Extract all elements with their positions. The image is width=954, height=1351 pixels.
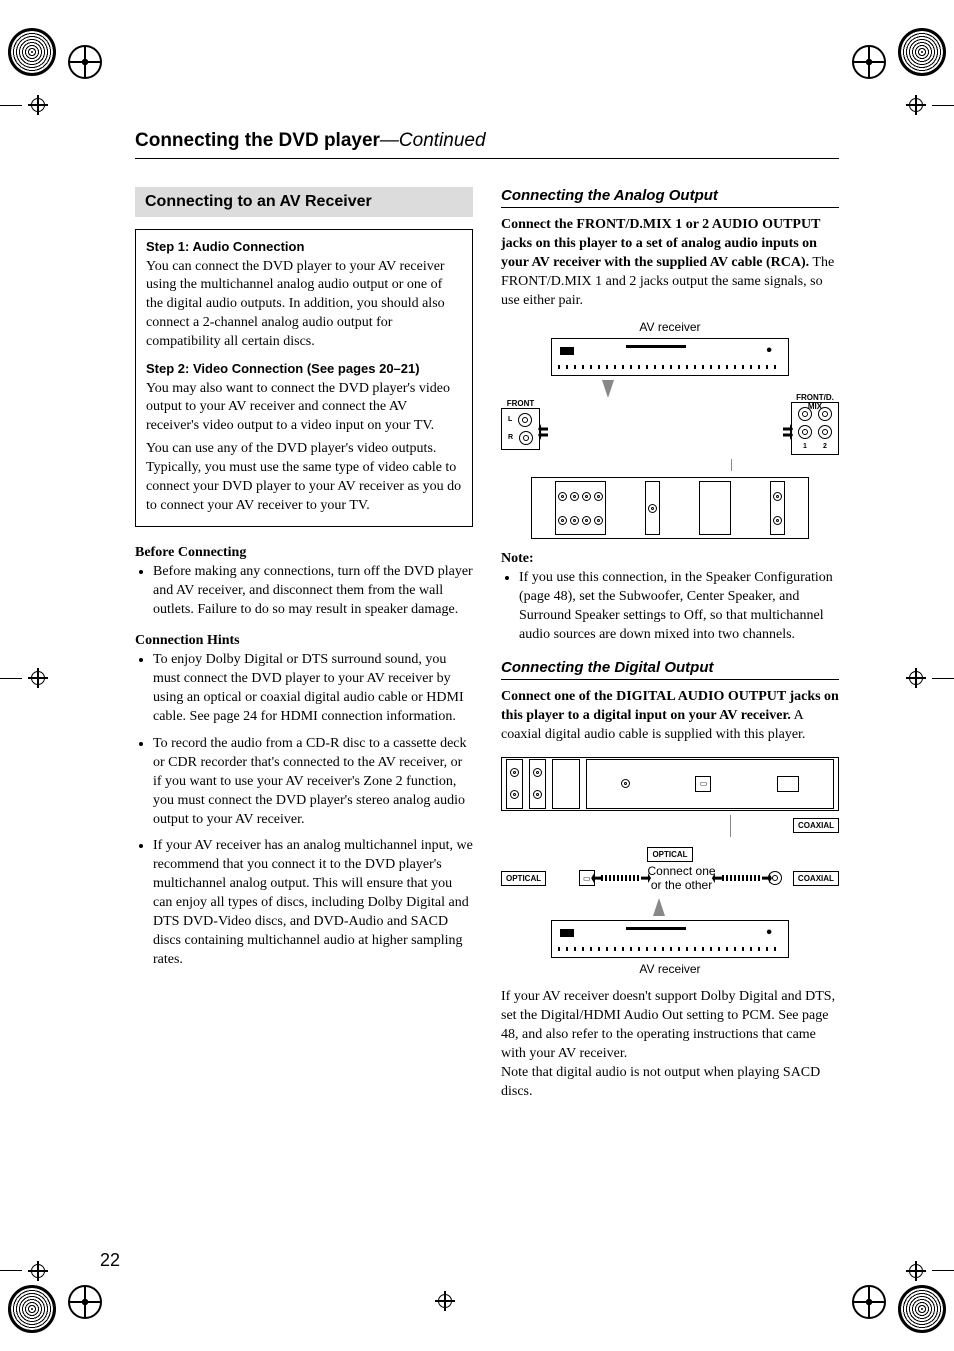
digital-output-bold: Connect one of the DIGITAL AUDIO OUTPUT … (501, 689, 839, 723)
page-number: 22 (100, 1250, 120, 1271)
content-columns: Connecting to an AV Receiver Step 1: Aud… (135, 187, 839, 1102)
analog-output-bold: Connect the FRONT/D.MIX 1 or 2 AUDIO OUT… (501, 217, 820, 270)
registration-mark (68, 1285, 102, 1319)
rca-jack-icon (519, 431, 533, 445)
cable-row: FRONT L R FRONT/D. MIX 12 (501, 402, 839, 455)
registration-mark (852, 45, 886, 79)
optical-cable-icon (601, 875, 641, 881)
coaxial-row: COAXIAL (501, 815, 839, 837)
list-item: If you use this connection, in the Speak… (519, 569, 839, 645)
step1-body: You can connect the DVD player to your A… (146, 258, 462, 352)
right-column: Connecting the Analog Output Connect the… (501, 187, 839, 1102)
list-item: To enjoy Dolby Digital or DTS surround s… (153, 651, 473, 727)
steps-box: Step 1: Audio Connection You can connect… (135, 229, 473, 527)
registration-mark (8, 1285, 56, 1333)
dvd-rear-panel-icon: ▭ (501, 757, 839, 811)
jack-label-front: FRONT (502, 399, 539, 408)
note-heading: Note: (501, 551, 839, 567)
coaxial-cable-icon (722, 875, 762, 881)
step2-body-2: You can use any of the DVD player's vide… (146, 440, 462, 516)
av-receiver-icon (551, 920, 789, 958)
jack-label-1: 1 (803, 443, 807, 450)
crop-mark (28, 1261, 48, 1281)
rca-jack-icon (798, 407, 812, 421)
coaxial-label: COAXIAL (793, 871, 839, 886)
list-item: If your AV receiver has an analog multic… (153, 837, 473, 969)
left-column: Connecting to an AV Receiver Step 1: Aud… (135, 187, 473, 1102)
digital-output-heading: Connecting the Digital Output (501, 659, 839, 680)
step1-heading: Step 1: Audio Connection (146, 238, 462, 256)
optical-label: OPTICAL (501, 871, 546, 886)
crop-mark (906, 95, 926, 115)
registration-mark (8, 28, 56, 76)
optical-label-row: OPTICAL (501, 847, 839, 862)
list-item: Before making any connections, turn off … (153, 563, 473, 620)
section-heading: Connecting to an AV Receiver (135, 187, 473, 217)
digital-note-2: Note that digital audio is not output wh… (501, 1064, 839, 1102)
rca-jack-icon (798, 425, 812, 439)
step2-heading: Step 2: Video Connection (See pages 20–2… (146, 360, 462, 378)
rca-jack-icon (818, 425, 832, 439)
jack-label-2: 2 (823, 443, 827, 450)
analog-output-text: Connect the FRONT/D.MIX 1 or 2 AUDIO OUT… (501, 216, 839, 310)
page-title-continued: —Continued (380, 130, 486, 151)
digital-connection-diagram: ▭ COAXIAL OPTICAL OPTI (501, 757, 839, 977)
registration-mark (852, 1285, 886, 1319)
jack-label-l: L (508, 416, 512, 423)
crop-mark (28, 668, 48, 688)
note-list: If you use this connection, in the Speak… (501, 569, 839, 645)
page-title-main: Connecting the DVD player (135, 130, 380, 151)
coaxial-jack-icon (621, 779, 630, 788)
hairline (0, 1270, 22, 1271)
connect-one-note: Connect one or the other (647, 864, 715, 893)
before-connecting-heading: Before Connecting (135, 545, 473, 561)
cable-choice-row: OPTICAL ▭ Connect one or the other COAXI… (501, 864, 839, 893)
hairline (932, 678, 954, 679)
connection-hints-heading: Connection Hints (135, 633, 473, 649)
hairline (0, 105, 22, 106)
registration-mark (898, 28, 946, 76)
hairline (932, 1270, 954, 1271)
registration-mark (68, 45, 102, 79)
optical-port-icon: ▭ (695, 776, 711, 792)
crop-mark (906, 668, 926, 688)
front-dmix-jacks: FRONT/D. MIX 12 (791, 402, 839, 455)
front-jacks: FRONT L R (501, 408, 540, 450)
dvd-rear-panel-icon (531, 477, 809, 539)
crop-mark (906, 1261, 926, 1281)
hairline (932, 105, 954, 106)
crop-mark (28, 95, 48, 115)
optical-label: OPTICAL (647, 847, 692, 862)
connect-one-line1: Connect one (647, 864, 715, 878)
registration-mark (898, 1285, 946, 1333)
av-receiver-icon (551, 338, 789, 376)
analog-connection-diagram: AV receiver FRONT L R FRONT/D. MIX (501, 320, 839, 539)
arrow-up-icon (653, 898, 665, 916)
crop-mark (435, 1291, 455, 1311)
step2-body-1: You may also want to connect the DVD pla… (146, 380, 462, 437)
analog-output-heading: Connecting the Analog Output (501, 187, 839, 208)
jack-label-r: R (508, 434, 513, 441)
coaxial-label: COAXIAL (793, 818, 839, 833)
diagram-caption-bottom: AV receiver (501, 962, 839, 976)
connect-one-line2: or the other (647, 878, 715, 892)
diagram-caption-top: AV receiver (501, 320, 839, 334)
page: Connecting the DVD player—Continued Conn… (0, 0, 954, 1351)
hairline (0, 678, 22, 679)
page-title: Connecting the DVD player—Continued (135, 130, 839, 159)
before-connecting-list: Before making any connections, turn off … (135, 563, 473, 620)
rca-jack-icon (818, 407, 832, 421)
arrow-down-icon (602, 380, 614, 398)
digital-note-1: If your AV receiver doesn't support Dolb… (501, 988, 839, 1064)
rca-jack-icon (518, 413, 532, 427)
connection-hints-list: To enjoy Dolby Digital or DTS surround s… (135, 651, 473, 969)
digital-output-text: Connect one of the DIGITAL AUDIO OUTPUT … (501, 688, 839, 745)
coaxial-jack-icon (768, 871, 782, 885)
list-item: To record the audio from a CD-R disc to … (153, 735, 473, 829)
